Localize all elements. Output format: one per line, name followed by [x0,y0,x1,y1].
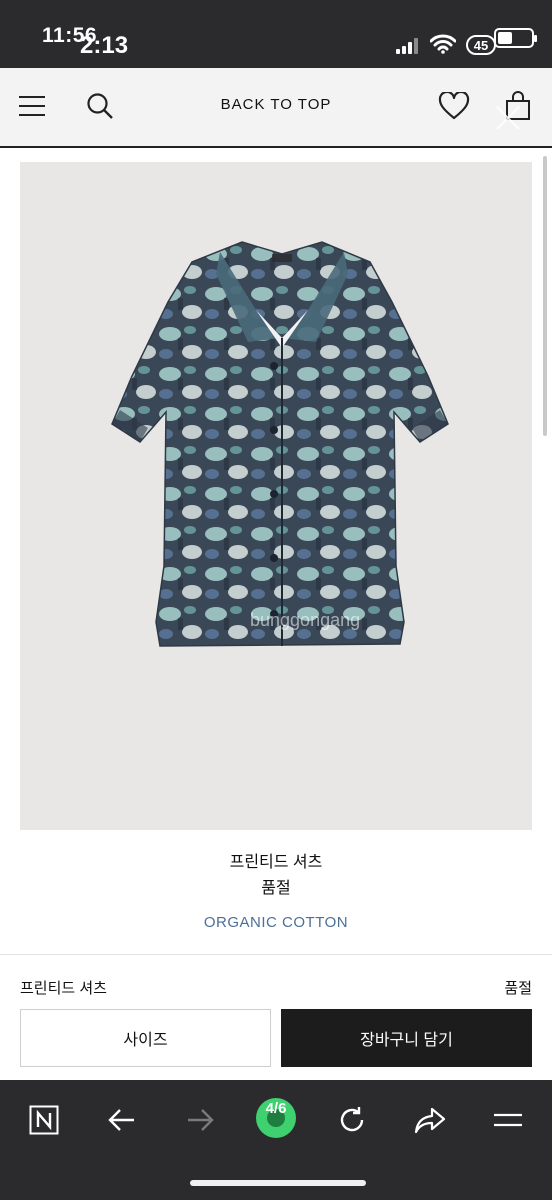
cellular-signal-icon [396,38,422,54]
site-header: BACK TO TOP [0,68,552,148]
clock-overlay: 2:13 [80,32,129,59]
close-icon[interactable] [494,104,522,132]
wishlist-heart-icon[interactable] [436,88,472,124]
status-bar: 11:56 2:13 45 [0,0,552,68]
home-indicator[interactable] [190,1180,366,1186]
product-image[interactable]: bunggongang [20,162,532,830]
back-arrow-icon[interactable] [102,1100,142,1140]
more-menu-icon[interactable] [488,1100,528,1140]
purchase-bar-product-name: 프린티드 셔츠 [20,980,107,997]
share-icon[interactable] [410,1100,450,1140]
size-select-button[interactable]: 사이즈 [20,1009,271,1067]
product-status: 품절 [261,880,291,897]
wifi-icon [430,34,456,54]
shirt-illustration [111,241,449,647]
material-link[interactable]: ORGANIC COTTON [0,914,552,931]
tab-counter: 4/6 [265,1100,287,1117]
reload-icon[interactable] [332,1100,372,1140]
purchase-bar-status: 품절 [504,980,532,997]
battery-percent-badge: 45 [466,35,496,55]
scrollbar[interactable] [543,156,547,436]
product-name: 프린티드 셔츠 [229,854,323,871]
add-to-cart-button[interactable]: 장바구니 담기 [281,1009,532,1067]
product-page: bunggongang 프린티드 셔츠 품절 ORGANIC COTTON 프린… [0,148,552,1080]
forward-arrow-icon[interactable] [180,1100,220,1140]
battery-icon [494,28,537,48]
watermark-text: bunggongang [250,610,361,630]
purchase-bar: 프린티드 셔츠 품절 사이즈 장바구니 담기 [0,954,552,1080]
naver-home-icon[interactable] [24,1100,64,1140]
